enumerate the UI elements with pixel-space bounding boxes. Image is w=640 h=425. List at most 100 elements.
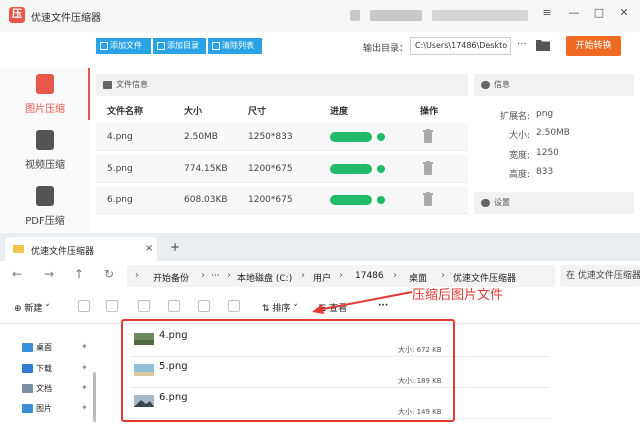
trash-icon[interactable] — [423, 161, 433, 175]
file-dimensions: 1200*675 — [248, 164, 293, 174]
rename-icon[interactable] — [168, 300, 180, 312]
sidebar-item-video-compress[interactable]: 视频压缩 — [0, 124, 90, 176]
nav-item-label: 图片 — [36, 404, 52, 413]
chevron-right-icon: › — [339, 270, 343, 281]
app-titlebar: 压 优速文件压缩器 ≡ — □ ✕ — [0, 0, 640, 32]
new-tab-button[interactable]: + — [170, 240, 180, 254]
output-dir-field[interactable]: C:\Users\17486\Deskto — [410, 37, 511, 55]
file-size: 608.03KB — [184, 195, 228, 205]
back-icon[interactable]: ← — [12, 267, 22, 281]
chevron-right-icon: › — [441, 270, 445, 281]
share-icon[interactable] — [198, 300, 210, 312]
add-file-label: 添加文件 — [110, 41, 142, 50]
nav-pane-scrollbar[interactable] — [93, 372, 96, 422]
explorer-tab[interactable]: 优速文件压缩器 × — [5, 237, 157, 261]
navigation-pane: 桌面 ✦ 下载 ✦ 文档 ✦ 图片 ✦ — [0, 324, 96, 425]
output-dir-label: 输出目录： — [363, 44, 409, 54]
chevron-right-icon: › — [201, 270, 205, 281]
up-icon[interactable]: ↑ — [74, 267, 84, 281]
sidebar-item-label: 视频压缩 — [25, 160, 65, 171]
start-convert-button[interactable]: 开始转换 — [566, 36, 621, 56]
download-icon — [22, 364, 33, 373]
maximize-button[interactable]: □ — [589, 5, 609, 21]
copy-icon[interactable] — [106, 300, 118, 312]
blurred-region — [432, 10, 528, 21]
open-folder-icon[interactable] — [536, 39, 550, 51]
breadcrumb-item[interactable]: 17486 — [355, 271, 384, 281]
app-logo-icon: 压 — [9, 7, 25, 23]
table-row[interactable]: 6.png 608.03KB 1200*675 — [96, 186, 468, 214]
progress-bar — [330, 164, 372, 174]
info-key: 高度: — [508, 170, 530, 180]
desktop-icon — [22, 343, 33, 352]
close-button[interactable]: ✕ — [614, 5, 634, 21]
tab-close-icon[interactable]: × — [145, 243, 153, 254]
annotation-label: 压缩后图片文件 — [412, 288, 504, 303]
pin-icon[interactable]: ✦ — [81, 383, 88, 392]
breadcrumb-item[interactable]: 优速文件压缩器 — [453, 271, 516, 284]
delete-icon[interactable] — [228, 300, 240, 312]
progress-bar — [330, 195, 372, 205]
sidebar-active-indicator — [88, 68, 90, 120]
search-input[interactable]: 在 优速文件压缩器 — [560, 265, 640, 287]
info-panel-header: 信息 — [474, 74, 634, 96]
file-size: 2.50MB — [184, 132, 218, 142]
column-header-size: 大小 — [184, 107, 203, 117]
chevron-right-icon: › — [135, 270, 139, 281]
info-value: png — [536, 109, 554, 119]
table-row[interactable]: 4.png 2.50MB 1250*833 — [96, 123, 468, 151]
blurred-region — [370, 10, 422, 21]
annotation-arrow-icon — [312, 291, 413, 314]
sort-button[interactable]: ⇅ 排序 ˅ — [262, 301, 298, 314]
image-file-icon — [36, 74, 54, 94]
column-header-progress: 进度 — [330, 107, 349, 117]
breadcrumb-item[interactable]: 桌面 — [409, 271, 427, 284]
clear-list-button[interactable]: 清除列表 — [208, 38, 262, 54]
column-header-dimensions: 尺寸 — [248, 107, 267, 117]
settings-header: 设置 — [474, 192, 634, 214]
nav-item-label: 文档 — [36, 384, 52, 393]
compressor-app-window: 压 优速文件压缩器 ≡ — □ ✕ 添加文件 添加目录 清除列表 输出目录： C… — [0, 0, 640, 238]
info-key: 大小: — [508, 131, 530, 141]
breadcrumb-item[interactable]: 本地磁盘 (C:) — [237, 271, 292, 284]
explorer-tab-bar: 优速文件压缩器 × + — [0, 233, 640, 261]
pin-icon[interactable]: ✦ — [81, 403, 88, 412]
clear-list-label: 清除列表 — [222, 41, 254, 50]
cut-icon[interactable] — [78, 300, 90, 312]
menu-icon[interactable]: ≡ — [537, 5, 557, 21]
trash-icon[interactable] — [423, 192, 433, 206]
chevron-right-icon: › — [301, 270, 305, 281]
breadcrumb-item[interactable]: 用户 — [313, 271, 331, 284]
breadcrumb-more[interactable]: ··· — [211, 271, 220, 281]
info-value: 2.50MB — [536, 128, 570, 138]
new-button[interactable]: ⊕ 新建 ˅ — [14, 301, 50, 314]
nav-item-label: 桌面 — [36, 343, 52, 352]
forward-icon[interactable]: → — [44, 267, 54, 281]
pin-icon[interactable]: ✦ — [81, 342, 88, 351]
pictures-icon — [22, 404, 33, 413]
browse-more-button[interactable]: ··· — [517, 39, 527, 50]
pin-icon[interactable]: ✦ — [81, 363, 88, 372]
file-size: 774.15KB — [184, 164, 228, 174]
info-value: 1250 — [536, 148, 559, 158]
table-row[interactable]: 5.png 774.15KB 1200*675 — [96, 155, 468, 183]
sidebar-item-pdf-compress[interactable]: PDF压缩 — [0, 180, 90, 232]
trash-icon[interactable] — [423, 129, 433, 143]
refresh-icon[interactable]: ↻ — [104, 267, 114, 281]
breadcrumb-item[interactable]: 开始备份 — [153, 271, 189, 284]
add-file-button[interactable]: 添加文件 — [96, 38, 151, 54]
settings-icon — [481, 199, 490, 207]
file-dimensions: 1200*675 — [248, 195, 293, 205]
minimize-button[interactable]: — — [564, 5, 584, 21]
column-header-actions: 操作 — [420, 107, 439, 117]
file-info-title: 文件信息 — [116, 80, 148, 89]
add-directory-button[interactable]: 添加目录 — [153, 38, 206, 54]
sidebar-item-image-compress[interactable]: 图片压缩 — [0, 68, 90, 120]
sidebar-item-label: 图片压缩 — [25, 104, 65, 115]
tab-title: 优速文件压缩器 — [31, 247, 95, 257]
new-label: 新建 — [24, 304, 43, 314]
paste-icon[interactable] — [138, 300, 150, 312]
column-header-name: 文件名称 — [107, 107, 144, 117]
pdf-file-icon — [36, 186, 54, 206]
add-file-icon — [100, 42, 108, 50]
